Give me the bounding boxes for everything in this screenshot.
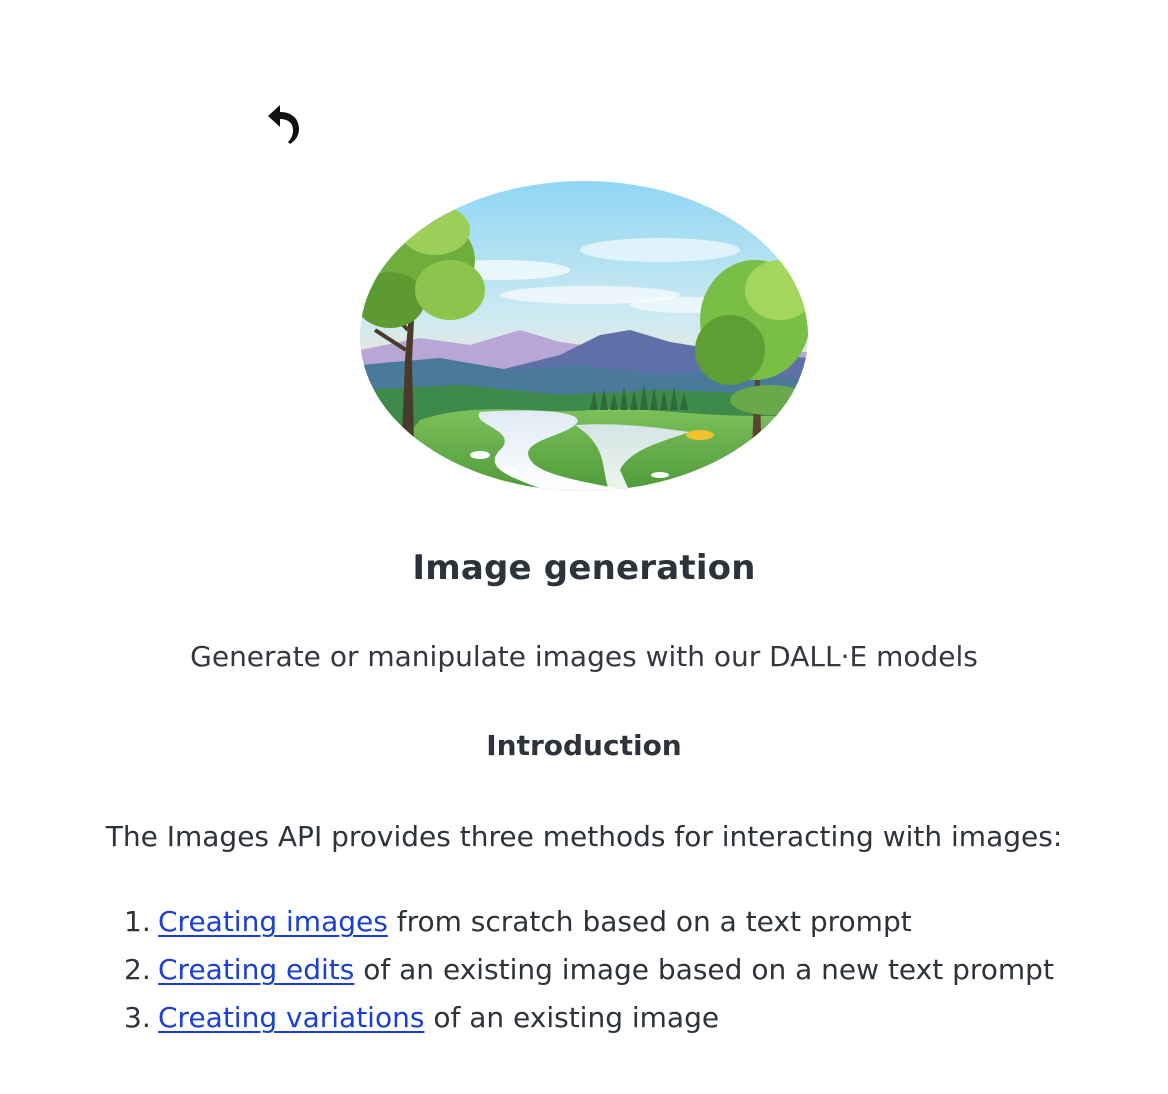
list-item-text: of an existing image	[424, 1001, 720, 1034]
introduction-heading: Introduction	[486, 729, 682, 762]
page-title: Image generation	[412, 548, 756, 588]
list-item: 1. Creating images from scratch based on…	[124, 898, 1054, 946]
creating-edits-link[interactable]: Creating edits	[158, 953, 354, 986]
list-item: 3. Creating variations of an existing im…	[124, 994, 1054, 1042]
back-button[interactable]	[264, 102, 304, 146]
landscape-illustration	[360, 181, 808, 491]
introduction-text: The Images API provides three methods fo…	[105, 820, 1063, 853]
creating-variations-link[interactable]: Creating variations	[158, 1001, 424, 1034]
creating-images-link[interactable]: Creating images	[158, 905, 388, 938]
list-item-text: from scratch based on a text prompt	[387, 905, 912, 938]
undo-arrow-icon	[268, 105, 299, 144]
list-item: 2. Creating edits of an existing image b…	[124, 946, 1054, 994]
list-item-text: of an existing image based on a new text…	[354, 953, 1054, 986]
list-number: 1.	[124, 905, 151, 938]
methods-list: 1. Creating images from scratch based on…	[124, 898, 1054, 1042]
list-number: 2.	[124, 953, 151, 986]
list-number: 3.	[124, 1001, 151, 1034]
page-subtitle: Generate or manipulate images with our D…	[190, 640, 978, 673]
